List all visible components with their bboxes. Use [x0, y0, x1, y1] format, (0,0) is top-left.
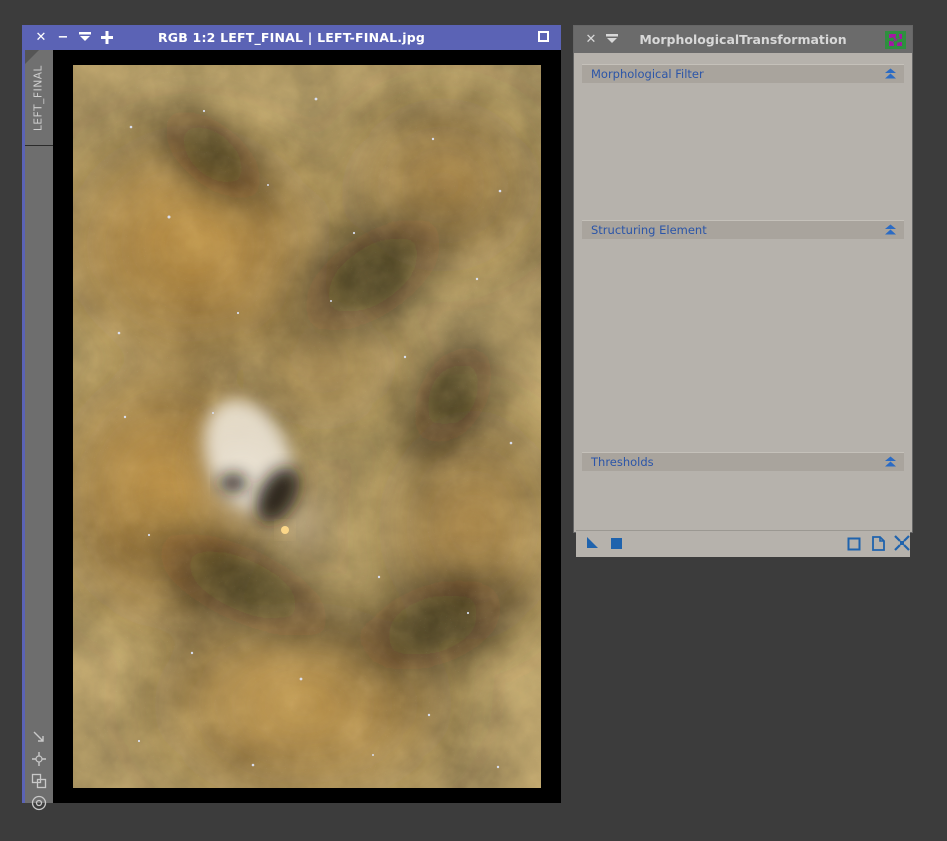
image-window-title: RGB 1:2 LEFT_FINAL | LEFT-FINAL.jpg [157, 30, 426, 45]
puzzle-piece-icon[interactable] [885, 31, 906, 49]
collapse-arrows-icon[interactable] [884, 224, 897, 237]
image-canvas-area[interactable] [53, 50, 561, 803]
overlap-windows-icon[interactable] [30, 772, 48, 790]
dialog-title: MorphologicalTransformation [639, 32, 847, 47]
target-icon[interactable] [30, 794, 48, 812]
apply-triangle-icon[interactable] [585, 535, 601, 551]
image-window-body: LEFT_FINAL [22, 50, 561, 811]
sidebar-tab-left-final[interactable]: LEFT_FINAL [25, 50, 54, 146]
astro-image-carina-nebula[interactable] [73, 65, 541, 788]
new-instance-icon[interactable] [846, 535, 862, 551]
crosshair-icon[interactable] [30, 750, 48, 768]
section-title: Thresholds [591, 455, 654, 469]
browse-documentation-icon[interactable] [870, 535, 886, 551]
resize-icon[interactable] [30, 728, 48, 746]
morphological-transformation-dialog[interactable]: ✕ MorphologicalTransformation Morphologi… [573, 25, 913, 557]
collapse-arrows-icon[interactable] [884, 68, 897, 81]
dialog-titlebar[interactable]: ✕ MorphologicalTransformation [574, 26, 912, 53]
sidebar-tab-label: LEFT_FINAL [32, 64, 45, 132]
reset-icon[interactable] [894, 535, 910, 551]
collapse-arrows-icon[interactable] [884, 456, 897, 469]
image-window-titlebar[interactable]: ✕ − RGB 1:2 LEFT_FINAL | LEFT-FINAL.jpg [22, 25, 561, 50]
image-window-sidebar: LEFT_FINAL [25, 50, 54, 811]
stop-square-icon[interactable] [609, 535, 625, 551]
dialog-bottom-bar [576, 530, 910, 557]
section-header-thresholds[interactable]: Thresholds [582, 452, 904, 471]
section-header-structuring-element[interactable]: Structuring Element [582, 220, 904, 239]
section-title: Structuring Element [591, 223, 707, 237]
section-header-morphological-filter[interactable]: Morphological Filter [582, 64, 904, 83]
dialog-body: Morphological Filter Operator: Morpholog… [576, 54, 910, 520]
section-title: Morphological Filter [591, 67, 704, 81]
maximize-icon[interactable] [534, 25, 552, 50]
image-window[interactable]: ✕ − RGB 1:2 LEFT_FINAL | LEFT-FINAL.jpg … [22, 25, 561, 811]
nebula-render [73, 65, 541, 788]
